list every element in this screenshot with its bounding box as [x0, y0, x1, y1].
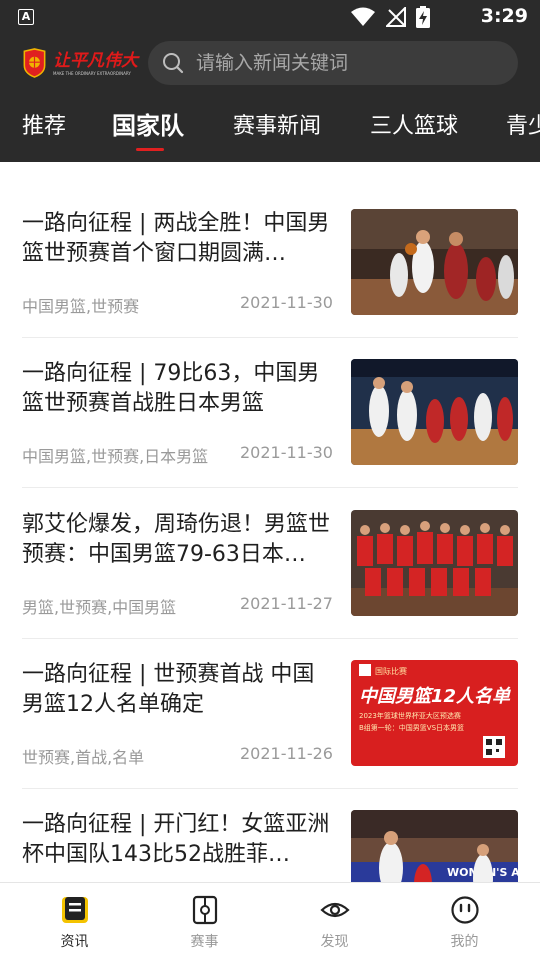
- news-thumbnail: WOMEN'S ASI: [351, 810, 518, 882]
- news-date: 2021-11-30: [240, 443, 333, 462]
- news-title: 一路向征程 | 世预赛首战 中国男篮12人名单确定: [22, 662, 315, 717]
- nav-profile[interactable]: 我的: [397, 883, 532, 960]
- tab-national-team[interactable]: 国家队: [112, 106, 184, 141]
- tab-3x3[interactable]: 三人篮球: [370, 108, 458, 140]
- status-icons: [350, 6, 430, 28]
- brand-logo[interactable]: 让平凡伟大 MAKE THE ORDINARY EXTRAORDINARY: [22, 44, 138, 82]
- news-tags: 中国男篮,世预赛,日本男篮: [22, 447, 209, 466]
- news-date: 2021-11-27: [240, 594, 333, 613]
- brand-slogan: 让平凡伟大: [53, 50, 138, 71]
- category-tabs: 推荐 国家队 赛事新闻 三人篮球 青少: [0, 100, 540, 162]
- news-tags: 世预赛,首战,名单: [22, 748, 145, 767]
- nav-matches[interactable]: 赛事: [137, 883, 272, 960]
- news-tags: 中国男篮,世预赛: [22, 297, 140, 316]
- news-title: 一路向征程 | 两战全胜！中国男篮世预赛首个窗口期圆满…: [22, 211, 330, 266]
- battery-charging-icon: [416, 6, 430, 28]
- news-thumbnail: [351, 359, 518, 465]
- nav-news-label: 资讯: [60, 934, 89, 950]
- divider: [22, 487, 518, 488]
- news-thumbnail: 国际比赛 中国男篮12人名单 2023年篮球世界杯亚大区预选赛 B组第一轮：中国…: [351, 660, 518, 766]
- news-item[interactable]: 一路向征程 | 开门红！女篮亚洲杯中国队143比52战胜菲… WOMEN'S A…: [22, 810, 518, 882]
- tab-match-news[interactable]: 赛事新闻: [233, 108, 321, 140]
- news-icon: [62, 897, 88, 923]
- search-input[interactable]: [196, 52, 496, 74]
- news-list: 一路向征程 | 两战全胜！中国男篮世预赛首个窗口期圆满… 中国男篮,世预赛 20…: [0, 162, 540, 882]
- divider: [22, 638, 518, 639]
- poster-subtitle-2: B组第一轮：中国男篮VS日本男篮: [359, 723, 464, 732]
- news-tags: 男篮,世预赛,中国男篮: [22, 598, 177, 617]
- tab-recommend[interactable]: 推荐: [22, 108, 66, 140]
- news-title: 郭艾伦爆发，周琦伤退！男篮世预赛：中国男篮79-63日本…: [22, 512, 331, 567]
- active-tab-indicator: [136, 148, 164, 151]
- news-title: 一路向征程 | 开门红！女篮亚洲杯中国队143比52战胜菲…: [22, 812, 330, 867]
- tab-youth[interactable]: 青少: [506, 108, 540, 140]
- brand-slogan-en: MAKE THE ORDINARY EXTRAORDINARY: [53, 70, 131, 76]
- app-notification-icon: A: [18, 9, 34, 25]
- nav-profile-label: 我的: [450, 934, 479, 950]
- nav-discover-label: 发现: [320, 934, 349, 950]
- cba-shield-icon: [23, 48, 46, 78]
- divider: [22, 788, 518, 789]
- wifi-icon: [351, 7, 375, 26]
- poster-badge: 国际比赛: [375, 666, 407, 676]
- divider: [22, 337, 518, 338]
- poster-headline: 中国男篮12人名单: [359, 686, 511, 707]
- app-header: A 3:29 让平凡伟大 MAKE THE ORDINARY EXTRAORDI…: [0, 0, 540, 162]
- eye-icon: [320, 902, 350, 918]
- profile-icon: [451, 896, 479, 924]
- news-thumbnail: [351, 209, 518, 315]
- bottom-navigation: 资讯 赛事 发现 我的: [0, 882, 540, 960]
- status-bar: A 3:29: [0, 0, 540, 36]
- no-signal-icon: [386, 7, 406, 27]
- nav-matches-label: 赛事: [190, 934, 219, 950]
- news-date: 2021-11-26: [240, 744, 333, 763]
- search-bar[interactable]: [148, 41, 518, 85]
- news-date: 2021-11-30: [240, 293, 333, 312]
- news-thumbnail: [351, 510, 518, 616]
- news-title: 一路向征程 | 79比63，中国男篮世预赛首战胜日本男篮: [22, 361, 320, 416]
- nav-discover[interactable]: 发现: [267, 883, 402, 960]
- nav-news[interactable]: 资讯: [7, 883, 142, 960]
- clock: 3:29: [480, 5, 528, 27]
- search-icon: [163, 53, 184, 74]
- poster-subtitle-1: 2023年篮球世界杯亚大区预选赛: [359, 711, 461, 720]
- match-icon: [192, 895, 218, 925]
